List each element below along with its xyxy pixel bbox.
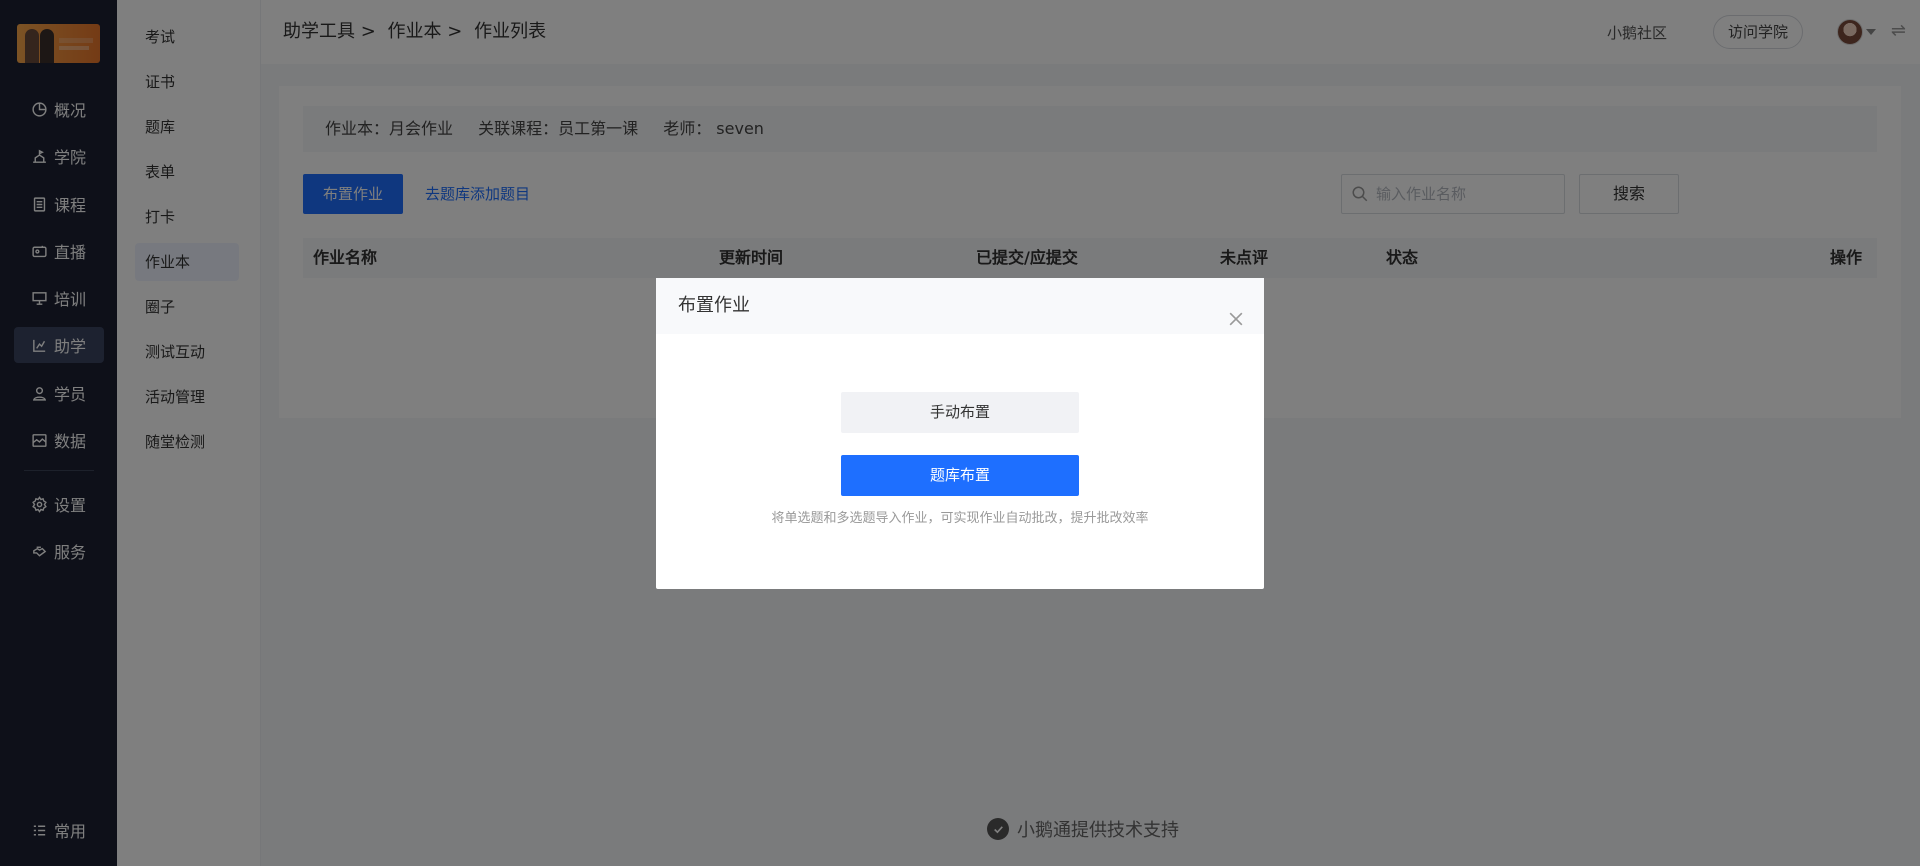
dialog-header: 布置作业: [656, 278, 1264, 334]
assign-homework-dialog: 布置作业 手动布置 题库布置 将单选题和多选题导入作业，可实现作业自动批改，提升…: [656, 278, 1264, 589]
bank-assign-button[interactable]: 题库布置: [841, 455, 1079, 496]
manual-assign-button[interactable]: 手动布置: [841, 392, 1079, 433]
bank-assign-hint: 将单选题和多选题导入作业，可实现作业自动批改，提升批改效率: [771, 511, 1149, 526]
dialog-title: 布置作业: [678, 295, 750, 316]
close-icon[interactable]: [1226, 296, 1246, 326]
